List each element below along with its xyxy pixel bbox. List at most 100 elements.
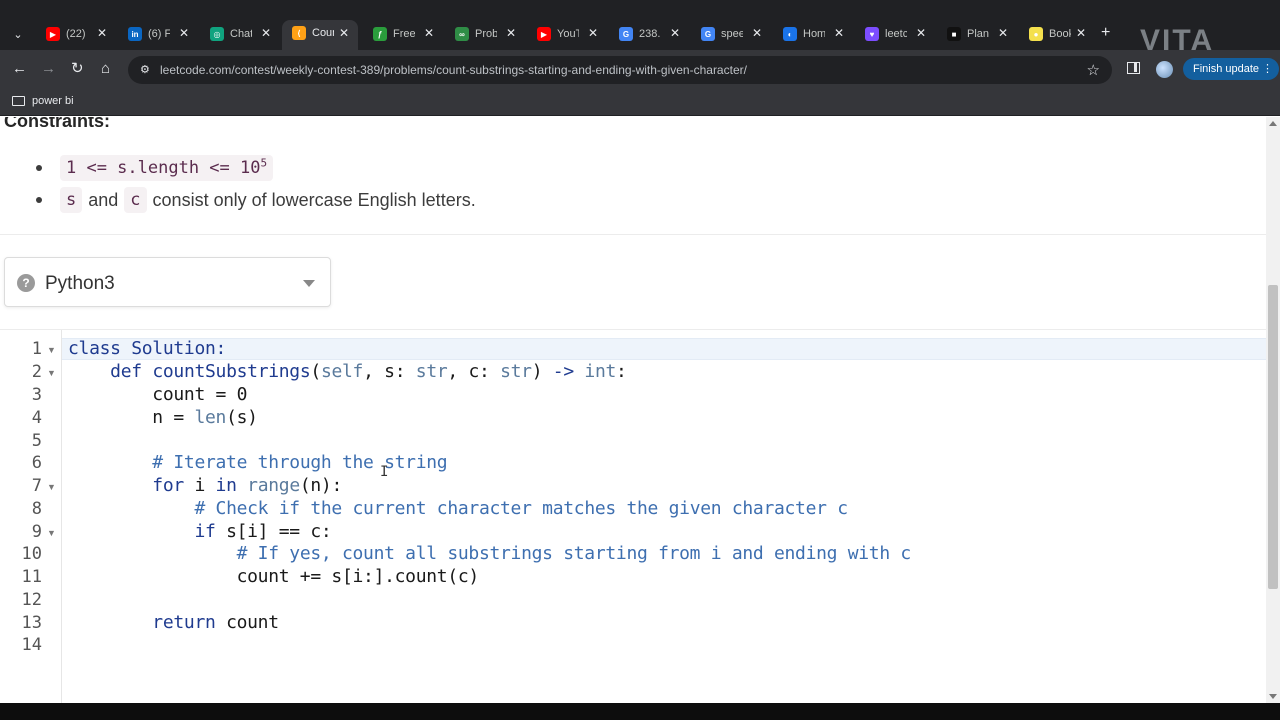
language-select[interactable]: ? Python3 [4,257,331,307]
tab-label: (6) Fe [148,28,170,40]
close-icon[interactable]: ✕ [670,26,680,40]
forward-arrow-icon[interactable]: → [41,60,56,78]
line-number: 2 [31,362,42,382]
close-icon[interactable]: ✕ [506,26,516,40]
browser-toolbar: ← → ↻ ⌂ ⚙ leetcode.com/contest/weekly-co… [0,50,1280,88]
browser-tab[interactable]: ƒ Free ✕ [363,23,443,45]
code-line[interactable]: # Iterate through the string [68,452,447,473]
code-line[interactable]: count = 0 [68,384,247,405]
constraint-item-length: 1 <= s.length <= 105 [36,155,274,181]
tab-label: Hom [803,28,825,40]
browser-tab[interactable]: ● Book ✕ [1019,23,1095,45]
bookmarks-bar: power bi [0,88,1280,116]
tab-favicon-icon: G [619,27,633,41]
line-number: 8 [31,499,42,519]
line-number: 11 [21,567,42,587]
bookmark-power-bi[interactable]: power bi [32,95,74,107]
reload-icon[interactable]: ↻ [71,60,84,78]
problem-page: Constraints: 1 <= s.length <= 105 s and … [0,117,1266,703]
code-line[interactable]: for i in range(n): [68,475,342,496]
tab-favicon-icon: ♥ [865,27,879,41]
browser-tab[interactable]: ▶ (22) F ✕ [36,23,116,45]
tab-label: leetc [885,28,907,40]
active-line-highlight [62,338,1266,360]
close-icon[interactable]: ✕ [261,26,271,40]
line-number: 14 [21,635,42,655]
profile-avatar[interactable] [1156,61,1173,78]
tab-search-icon[interactable]: ⌄ [8,24,28,44]
tab-label: Free [393,28,415,40]
close-icon[interactable]: ✕ [1076,26,1086,40]
tab-favicon-icon: ● [1029,27,1043,41]
browser-tab[interactable]: ∞ Probl ✕ [445,23,525,45]
home-icon[interactable]: ⌂ [101,60,110,78]
constraints-heading: Constraints: [4,117,111,131]
address-bar[interactable]: ⚙ leetcode.com/contest/weekly-contest-38… [128,56,1112,84]
close-icon[interactable]: ✕ [916,26,926,40]
browser-tab[interactable]: Gspeed ✕ [691,23,771,45]
constraint-text: consist only of lowercase English letter… [152,189,476,210]
fold-arrow-icon[interactable]: ▼ [47,345,56,355]
side-panel-icon[interactable] [1127,62,1140,74]
text-cursor-icon: I [380,464,389,480]
site-info-icon[interactable]: ⚙ [140,63,150,76]
close-icon[interactable]: ✕ [97,26,107,40]
close-icon[interactable]: ✕ [424,26,434,40]
close-icon[interactable]: ✕ [834,26,844,40]
browser-tab[interactable]: G 238. ✕ [609,23,689,45]
close-icon[interactable]: ✕ [179,26,189,40]
page-scrollbar[interactable] [1266,117,1280,703]
close-icon[interactable]: ✕ [752,26,762,40]
browser-tab[interactable]: ▶ YouT ✕ [527,23,607,45]
more-menu-icon[interactable]: ⋮ [1262,58,1273,80]
finish-update-button[interactable]: Finish update ⋮ [1183,58,1280,80]
fold-arrow-icon[interactable]: ▼ [47,528,56,538]
back-arrow-icon[interactable]: ← [12,60,27,78]
code-line[interactable]: # Check if the current character matches… [68,498,848,519]
line-number: 9 [31,522,42,542]
code-line[interactable]: # If yes, count all substrings starting … [68,543,912,564]
tab-label: Probl [475,28,497,40]
code-line[interactable]: class Solution: [68,338,226,359]
line-number: 4 [31,408,42,428]
close-icon[interactable]: ✕ [588,26,598,40]
browser-tab[interactable]: in (6) Fe ✕ [118,23,198,45]
tab-favicon-icon: in [128,27,142,41]
url-text[interactable]: leetcode.com/contest/weekly-contest-389/… [160,63,747,77]
tab-label: YouT [557,28,579,40]
browser-tab[interactable]: ■ Plan ✕ [937,23,1017,45]
code-line[interactable] [68,430,79,451]
line-number: 1 [31,339,42,359]
new-tab-icon[interactable]: + [1101,24,1110,42]
code-line[interactable]: n = len(s) [68,407,258,428]
line-number-gutter: 1 ▼ 2 ▼ 3 4 5 6 7 ▼ 8 9 ▼ 10 11 12 13 14 [0,330,62,703]
constraint-var-c: c [124,187,147,213]
code-editor[interactable]: 1 ▼ 2 ▼ 3 4 5 6 7 ▼ 8 9 ▼ 10 11 12 13 14 class Solution: … [0,329,1266,703]
tab-favicon-icon: ■ [947,27,961,41]
scroll-up-icon[interactable] [1269,121,1277,126]
bookmark-star-icon[interactable]: ☆ [1087,61,1100,79]
constraint-item-letters: s and c consist only of lowercase Englis… [36,187,482,213]
fold-arrow-icon[interactable]: ▼ [47,368,56,378]
browser-tab[interactable]: ♥ leetc ✕ [855,23,935,45]
section-divider [0,234,1266,235]
tab-label: ChatG [230,28,252,40]
close-icon[interactable]: ✕ [339,26,349,40]
browser-tab[interactable]: ◐ Hom ✕ [773,23,853,45]
help-icon: ? [17,274,35,292]
code-line[interactable]: if s[i] == c: [68,521,331,542]
code-line[interactable]: def countSubstrings(self, s: str, c: str… [68,361,627,382]
code-line[interactable] [68,589,79,610]
tab-favicon-icon: ∞ [455,27,469,41]
constraint-var-s: s [60,187,83,213]
scrollbar-thumb[interactable] [1268,285,1278,589]
browser-tab[interactable]: ◎ ChatG ✕ [200,23,280,45]
fold-arrow-icon[interactable]: ▼ [47,482,56,492]
close-icon[interactable]: ✕ [998,26,1008,40]
code-line[interactable]: return count [68,612,279,633]
tab-favicon-icon: G [701,27,715,41]
scroll-down-icon[interactable] [1269,694,1277,699]
code-line[interactable]: count += s[i:].count(c) [68,566,480,587]
tab-label: 238. [639,28,661,40]
constraint-and: and [88,189,119,210]
